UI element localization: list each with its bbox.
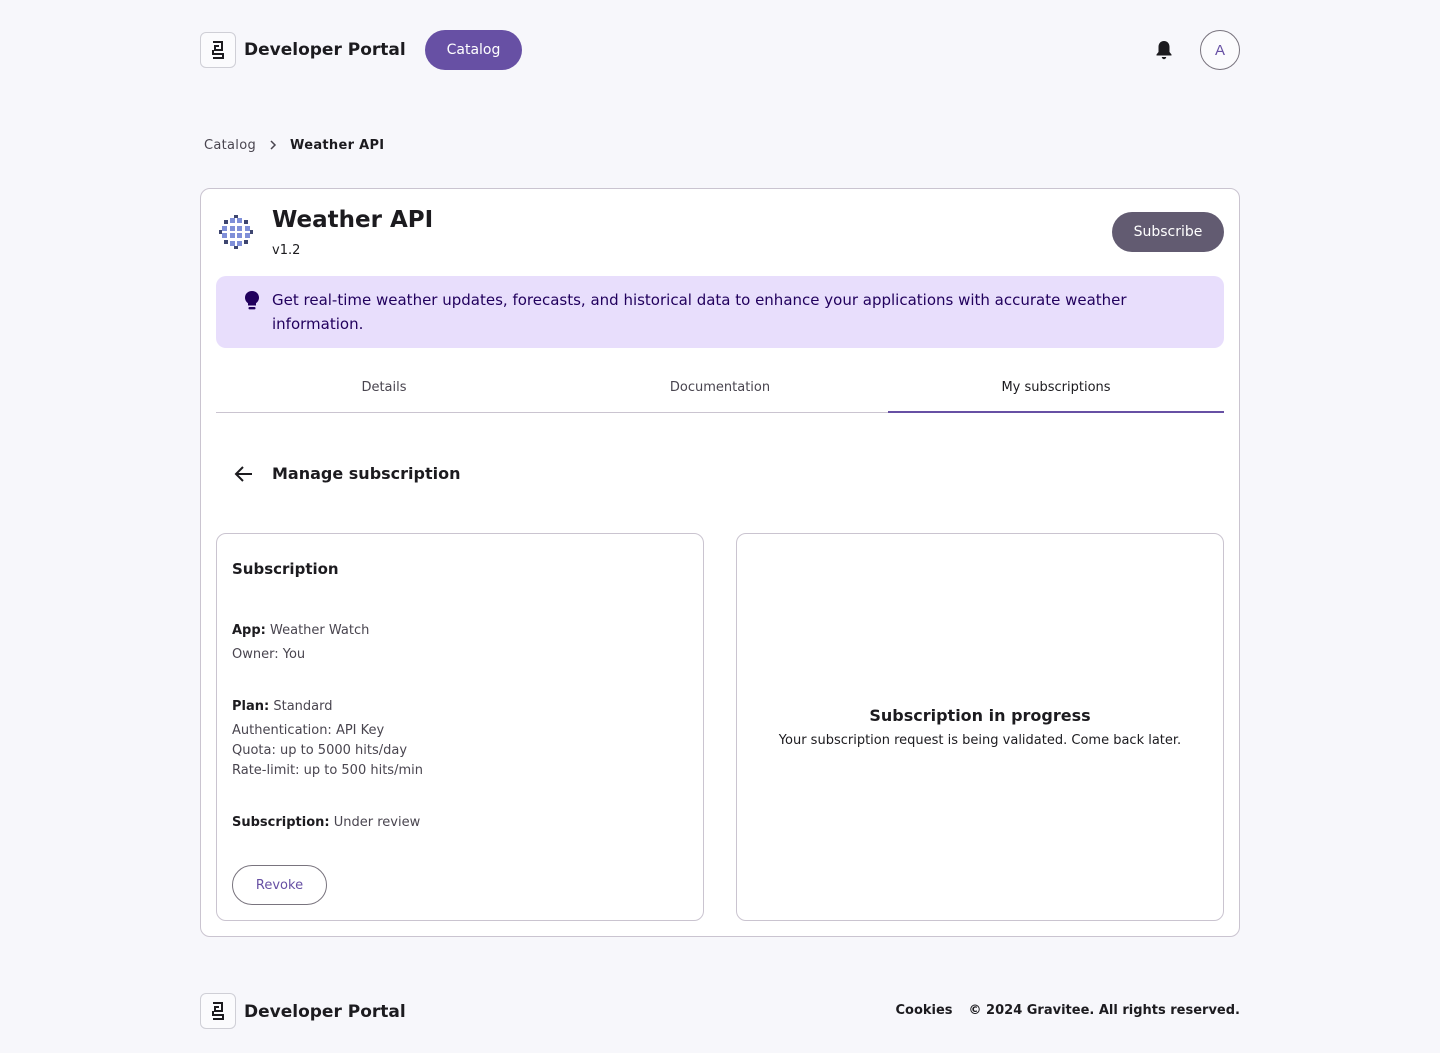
status-label: Subscription: bbox=[232, 815, 330, 830]
breadcrumb: Catalog Weather API bbox=[204, 136, 384, 154]
quota-line: Quota: up to 5000 hits/day bbox=[232, 743, 408, 758]
chevron-right-icon bbox=[269, 140, 277, 150]
footer-brand-name: Developer Portal bbox=[244, 1002, 406, 1022]
tab-details[interactable]: Details bbox=[216, 376, 552, 412]
plan-value: Standard bbox=[273, 699, 333, 714]
tab-label: Documentation bbox=[669, 380, 771, 395]
top-bar: Developer Portal Catalog A bbox=[200, 30, 1240, 70]
tab-my-subscriptions[interactable]: My subscriptions bbox=[888, 376, 1224, 413]
tab-label: Details bbox=[361, 380, 407, 395]
brand-name[interactable]: Developer Portal bbox=[244, 40, 406, 60]
catalog-nav-button[interactable]: Catalog bbox=[425, 30, 522, 70]
authentication-line: Authentication: API Key bbox=[232, 723, 385, 738]
tab-label: My subscriptions bbox=[1001, 380, 1111, 395]
subscription-status-card: Subscription in progress Your subscripti… bbox=[736, 533, 1224, 921]
status-line: Subscription: Under review bbox=[232, 815, 420, 830]
user-avatar[interactable]: A bbox=[1200, 30, 1240, 70]
api-detail-card: Weather API v1.2 Subscribe Get real-time… bbox=[200, 188, 1240, 937]
subscription-heading: Subscription bbox=[232, 560, 339, 578]
revoke-button[interactable]: Revoke bbox=[232, 865, 327, 905]
api-pattern-icon bbox=[216, 212, 256, 252]
lightbulb-icon bbox=[243, 290, 261, 312]
breadcrumb-current: Weather API bbox=[290, 137, 385, 153]
avatar-initial: A bbox=[1214, 41, 1225, 59]
api-title: Weather API bbox=[272, 207, 434, 233]
footer-links: Cookies © 2024 Gravitee. All rights rese… bbox=[895, 1003, 1240, 1018]
progress-title: Subscription in progress bbox=[869, 706, 1091, 725]
arrow-back-icon[interactable] bbox=[231, 461, 257, 487]
plan-label: Plan: bbox=[232, 699, 270, 714]
footer-logo-icon[interactable] bbox=[200, 993, 236, 1029]
api-description-banner: Get real-time weather updates, forecasts… bbox=[216, 276, 1224, 348]
manage-subscription-title: Manage subscription bbox=[272, 464, 461, 483]
plan-line: Plan: Standard bbox=[232, 699, 333, 714]
page: Developer Portal Catalog A Catalog Weath… bbox=[0, 0, 1440, 1053]
owner-line: Owner: You bbox=[232, 647, 306, 662]
subscription-details-card: Subscription App: Weather Watch Owner: Y… bbox=[216, 533, 704, 921]
tab-bar: Details Documentation My subscriptions bbox=[216, 376, 1224, 413]
status-value: Under review bbox=[333, 815, 421, 830]
copyright: © 2024 Gravitee. All rights reserved. bbox=[968, 1003, 1240, 1018]
footer: Developer Portal Cookies © 2024 Gravitee… bbox=[200, 993, 1240, 1029]
progress-message: Your subscription request is being valid… bbox=[778, 733, 1182, 748]
app-value: Weather Watch bbox=[270, 623, 370, 638]
app-line: App: Weather Watch bbox=[232, 623, 369, 638]
app-label: App: bbox=[232, 623, 266, 638]
breadcrumb-catalog-link[interactable]: Catalog bbox=[204, 138, 256, 153]
api-version: v1.2 bbox=[272, 243, 301, 258]
cookies-link[interactable]: Cookies bbox=[895, 1003, 952, 1018]
tab-documentation[interactable]: Documentation bbox=[552, 376, 888, 412]
bell-icon[interactable] bbox=[1152, 38, 1176, 62]
subscribe-button[interactable]: Subscribe bbox=[1112, 212, 1224, 252]
api-description: Get real-time weather updates, forecasts… bbox=[272, 291, 1127, 333]
brand-logo-icon[interactable] bbox=[200, 32, 236, 68]
rate-limit-line: Rate-limit: up to 500 hits/min bbox=[232, 763, 423, 778]
